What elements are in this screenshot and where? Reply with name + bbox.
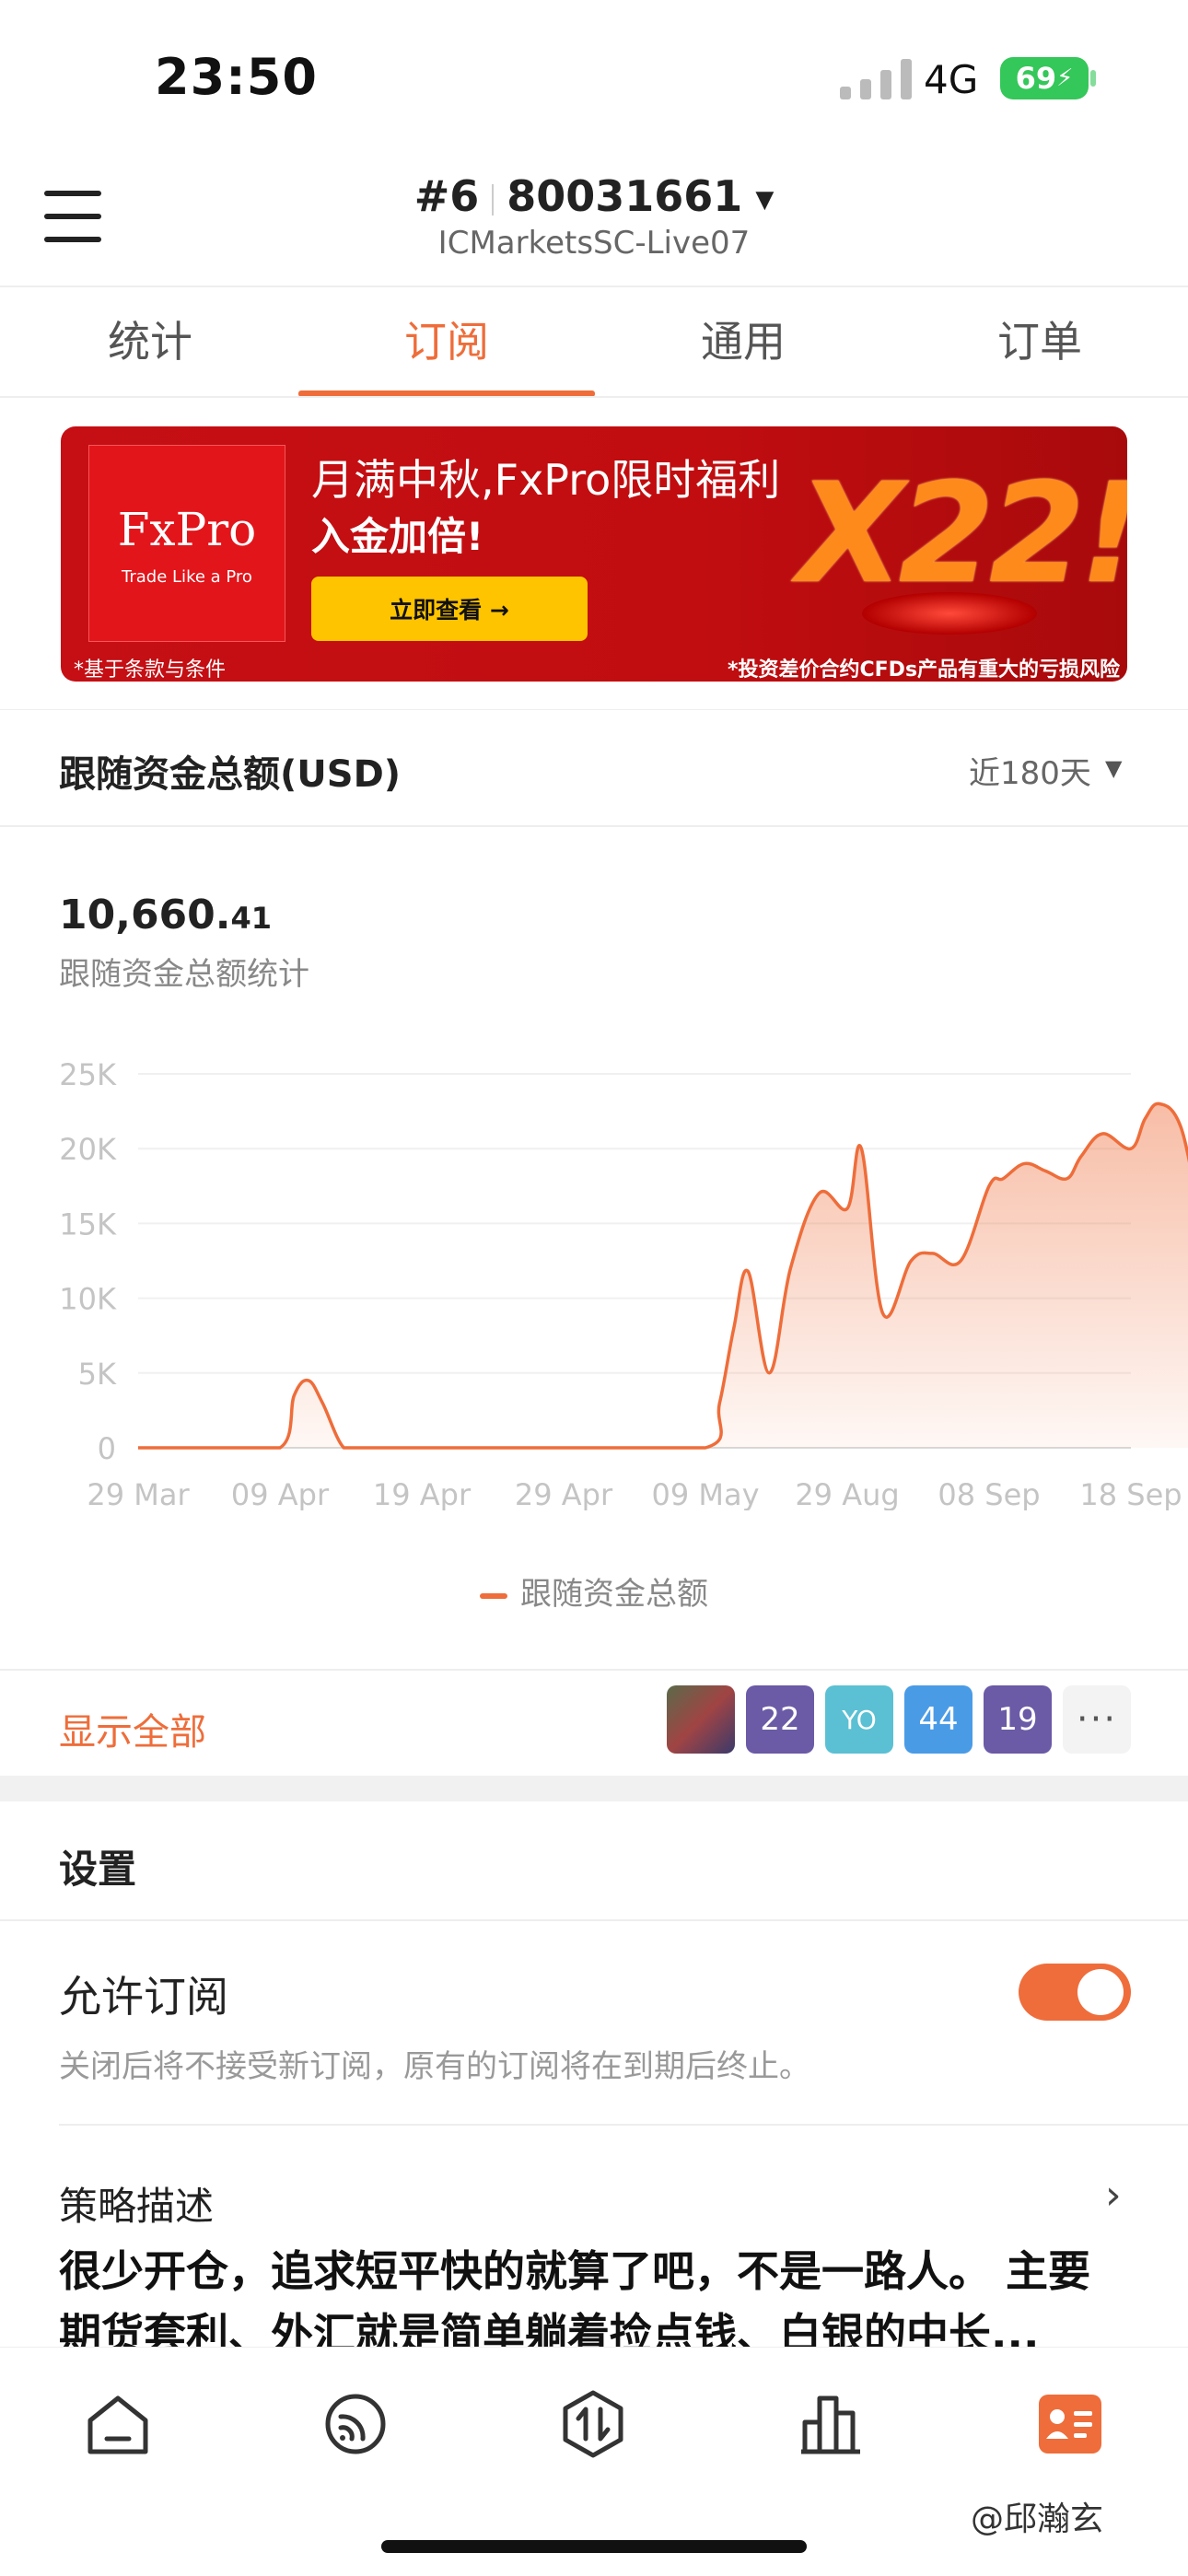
follower-avatar[interactable]: 44 [904, 1685, 973, 1754]
trade-icon[interactable] [558, 2389, 628, 2459]
ranking-icon[interactable] [796, 2389, 866, 2459]
follower-avatar-photo[interactable] [667, 1685, 735, 1754]
cellular-signal-icon [840, 59, 912, 99]
x-tick-label: 08 Sep [938, 1477, 1040, 1510]
network-type: 4G [924, 57, 979, 102]
follower-avatar[interactable]: YO [825, 1685, 893, 1754]
follow-funds-chart[interactable]: 0 5K 10K 15K 20K 25K 29 Mar 09 Apr 19 Apr 29 Apr… [0, 1032, 1188, 1510]
promo-headline: 月满中秋,FxPro限时福利 [311, 455, 781, 505]
account-selector[interactable]: #6 80031661 ▼ [0, 171, 1188, 221]
battery-nub [1090, 70, 1096, 87]
divider [59, 2124, 1188, 2126]
y-tick-label: 20K [59, 1132, 117, 1167]
settings-title: 设置 [59, 1847, 137, 1892]
tab-subscribe[interactable]: 订阅 [298, 309, 595, 369]
amount-label: 跟随资金总额统计 [59, 956, 309, 993]
allow-subscribe-label: 允许订阅 [59, 1972, 228, 2022]
fxpro-logo: FxPro Trade Like a Pro [88, 445, 285, 642]
x-tick-label: 29 Apr [515, 1477, 613, 1510]
tab-stats[interactable]: 统计 [2, 309, 298, 369]
x-tick-label: 09 May [651, 1477, 759, 1510]
x-tick-label: 18 Sep [1079, 1477, 1182, 1510]
legend-swatch [480, 1592, 507, 1599]
logo-text: FxPro [117, 503, 257, 556]
caret-down-icon: ▼ [755, 185, 775, 214]
toggle-knob[interactable] [1077, 1969, 1124, 2015]
server-name: ICMarketsSC-Live07 [437, 225, 751, 262]
chart-legend[interactable]: 跟随资金总额 [0, 1568, 1188, 1614]
x-tick-label: 29 Mar [87, 1477, 190, 1510]
battery-indicator: 69 ⚡ [1000, 57, 1089, 99]
view-now-button[interactable]: 立即查看 → [311, 577, 588, 641]
disclaimer-risk: *投资差价合约CFDs产品有重大的亏损风险 [728, 659, 1121, 682]
x-tick-label: 09 Apr [231, 1477, 330, 1510]
promo-banner[interactable]: FxPro Trade Like a Pro 月满中秋,FxPro限时福利 入金… [61, 426, 1127, 682]
promo-big-text: X22! [798, 454, 1127, 614]
disclaimer-terms: *基于条款与条件 [74, 659, 227, 682]
logo-tagline: Trade Like a Pro [122, 567, 252, 587]
account-prefix: #6 [413, 171, 480, 221]
status-time: 23:50 [155, 48, 318, 106]
divider [0, 286, 1188, 287]
home-indicator[interactable] [381, 2540, 807, 2553]
follower-avatar[interactable]: 22 [746, 1685, 814, 1754]
strategy-label[interactable]: 策略描述 [59, 2175, 214, 2232]
tab-general[interactable]: 通用 [595, 309, 891, 369]
account-id: 80031661 [507, 171, 743, 221]
caret-down-icon[interactable]: ▼ [1105, 755, 1122, 781]
card-title: 跟随资金总额(USD) [59, 753, 402, 796]
tab-orders[interactable]: 订单 [891, 309, 1188, 369]
y-tick-label: 0 [98, 1431, 116, 1466]
watermark: @邱瀚玄 [971, 2500, 1104, 2538]
range-selector[interactable]: 近180天 [969, 748, 1091, 793]
battery-level: 69 [1015, 61, 1057, 96]
y-tick-label: 25K [59, 1057, 117, 1092]
separator [492, 183, 495, 216]
signal-feed-icon[interactable] [320, 2389, 390, 2459]
x-tick-label: 29 Aug [795, 1477, 899, 1510]
charging-bolt-icon: ⚡ [1056, 64, 1074, 92]
divider [0, 1669, 1188, 1671]
y-tick-label: 10K [59, 1282, 117, 1317]
more-followers-button[interactable]: ··· [1063, 1685, 1131, 1754]
section-gap [0, 1776, 1188, 1801]
chart-area [138, 1103, 1188, 1448]
total-amount: 10,660.41 [59, 892, 272, 938]
y-tick-label: 15K [59, 1206, 117, 1241]
follower-avatar[interactable]: 19 [984, 1685, 1052, 1754]
divider [0, 825, 1188, 827]
divider [0, 1919, 1188, 1921]
legend-label: 跟随资金总额 [520, 1576, 708, 1613]
chevron-right-icon[interactable]: › [1105, 2172, 1122, 2219]
y-tick-label: 5K [78, 1357, 117, 1392]
promo-subheadline: 入金加倍! [311, 514, 484, 559]
profile-card-icon[interactable] [1035, 2389, 1105, 2459]
strategy-description: 很少开仓，追求短平快的就算了吧，不是一路人。 主要期货套利、外汇就是简单躺着捡点… [59, 2246, 1091, 2349]
divider [0, 396, 1188, 398]
amount-decimal: 41 [230, 901, 273, 936]
amount-main: 10,660. [59, 892, 231, 938]
allow-subscribe-description: 关闭后将不接受新订阅，原有的订阅将在到期后终止。 [59, 2048, 810, 2085]
show-all-link[interactable]: 显示全部 [59, 1702, 206, 1755]
x-tick-label: 19 Apr [373, 1477, 472, 1510]
home-icon[interactable] [83, 2389, 153, 2459]
